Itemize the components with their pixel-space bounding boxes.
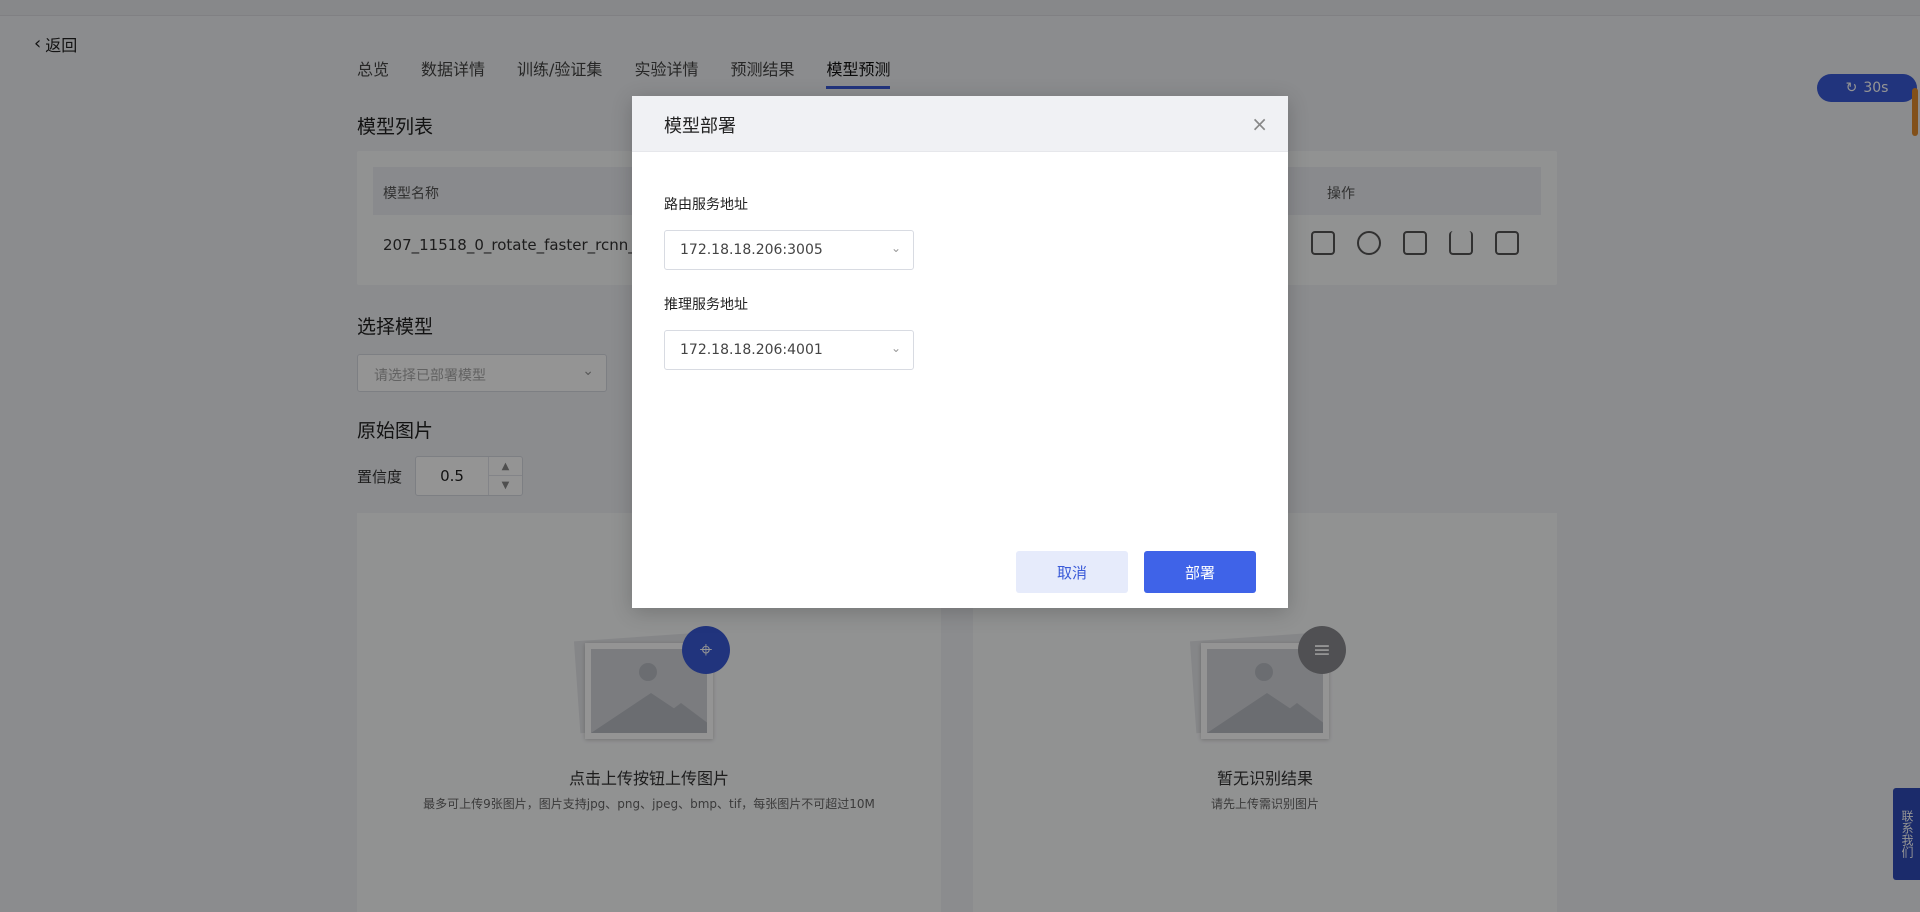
route-address-select[interactable]: 172.18.18.206:3005 ⌄: [664, 230, 914, 270]
inference-address-select[interactable]: 172.18.18.206:4001 ⌄: [664, 330, 914, 370]
chevron-down-icon: ⌄: [890, 341, 901, 355]
route-address-label: 路由服务地址: [664, 197, 748, 213]
deploy-button[interactable]: 部署: [1144, 551, 1256, 593]
deploy-modal: 模型部署 × 路由服务地址 172.18.18.206:3005 ⌄ 推理服务地…: [632, 96, 1288, 608]
modal-title: 模型部署: [664, 116, 736, 137]
route-address-value: 172.18.18.206:3005: [680, 242, 823, 258]
close-icon[interactable]: ×: [1251, 112, 1268, 136]
inference-address-value: 172.18.18.206:4001: [680, 342, 823, 358]
inference-address-label: 推理服务地址: [664, 297, 748, 313]
chevron-down-icon: ⌄: [890, 241, 901, 255]
modal-header: 模型部署 ×: [632, 96, 1288, 152]
cancel-button[interactable]: 取消: [1016, 551, 1128, 593]
